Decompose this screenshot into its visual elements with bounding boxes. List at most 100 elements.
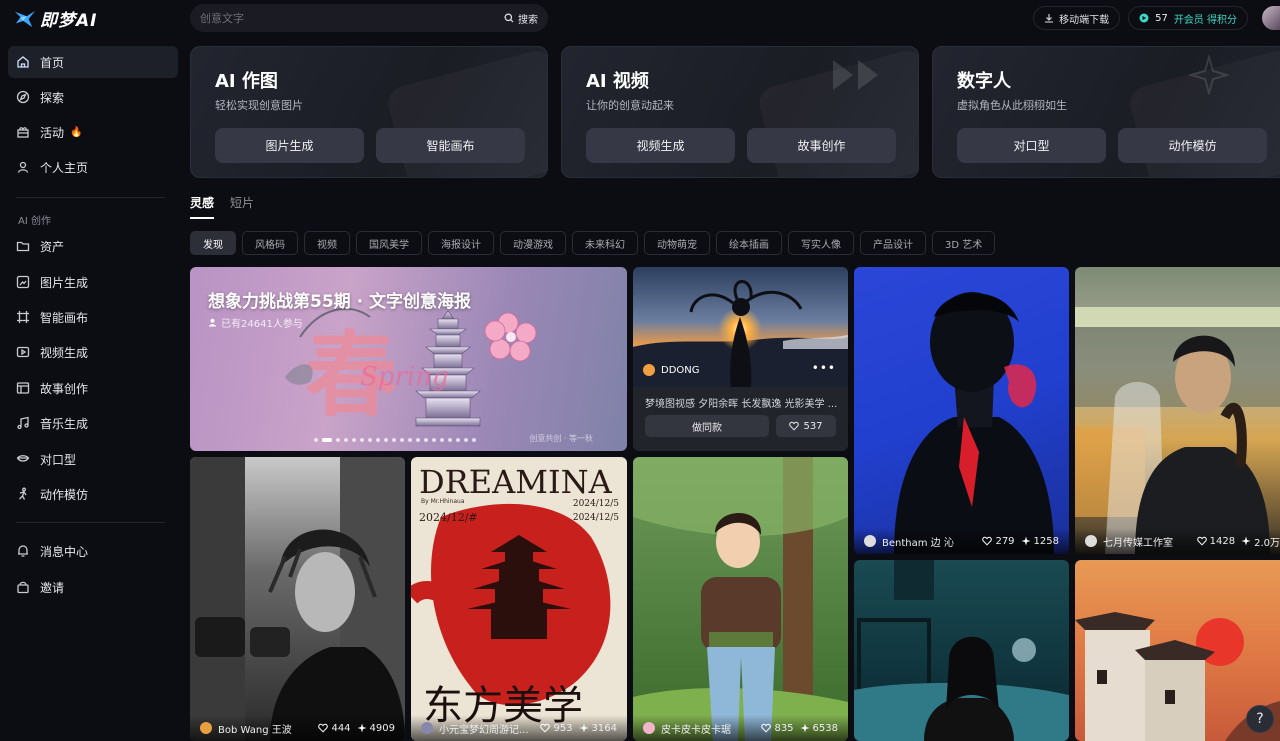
carousel-dot[interactable]: [400, 438, 404, 442]
sidebar-divider: [16, 197, 165, 198]
author-avatar[interactable]: [643, 722, 655, 734]
sidebar-item-video-gen[interactable]: 视频生成: [8, 336, 178, 368]
sidebar-item-explore[interactable]: 探索: [8, 81, 178, 113]
chip-illustration[interactable]: 绘本插画: [716, 231, 782, 255]
author-name[interactable]: 七月传媒工作室: [1103, 534, 1191, 549]
download-label: 移动端下载: [1059, 14, 1110, 26]
author-avatar[interactable]: [1085, 535, 1097, 547]
carousel-dot[interactable]: [314, 438, 318, 442]
like-stat[interactable]: 835: [761, 723, 794, 734]
vip-link[interactable]: 开会员 得积分: [1174, 11, 1237, 26]
sidebar-item-assets[interactable]: 资产: [8, 230, 178, 262]
feed-card[interactable]: Bentham 边 沁 279 1258: [854, 267, 1069, 554]
carousel-dot[interactable]: [360, 438, 364, 442]
carousel-dot[interactable]: [336, 438, 340, 442]
tab-shorts[interactable]: 短片: [230, 194, 254, 219]
author-name[interactable]: Bob Wang 王波: [218, 721, 312, 736]
motion-button[interactable]: 动作模仿: [1118, 128, 1267, 163]
credits-pill[interactable]: 57 开会员 得积分: [1128, 6, 1248, 30]
feed-card[interactable]: 皮卡皮卡皮卡琚 835 6538: [633, 457, 848, 741]
make-same-button[interactable]: 做同款: [645, 415, 769, 437]
chip-sci-fi[interactable]: 未来科幻: [572, 231, 638, 255]
carousel-dot[interactable]: [368, 438, 372, 442]
chip-portrait[interactable]: 写实人像: [788, 231, 854, 255]
smart-canvas-button[interactable]: 智能画布: [376, 128, 525, 163]
sidebar-item-home[interactable]: 首页: [8, 46, 178, 78]
sidebar-item-image-gen[interactable]: 图片生成: [8, 266, 178, 298]
carousel-dot[interactable]: [448, 438, 452, 442]
story-button[interactable]: 故事创作: [747, 128, 896, 163]
author-name[interactable]: DDONG: [661, 365, 700, 376]
poster-date-small: 2024/12/#: [419, 511, 478, 524]
carousel-dot[interactable]: [384, 438, 388, 442]
carousel-dot[interactable]: [322, 438, 332, 442]
chip-style-code[interactable]: 风格码: [242, 231, 298, 255]
sidebar-item-profile[interactable]: 个人主页: [8, 151, 178, 183]
chip-3d-art[interactable]: 3D 艺术: [932, 231, 996, 255]
sidebar-item-label: 对口型: [40, 452, 77, 467]
author-avatar[interactable]: [421, 722, 433, 734]
sparkle-icon: [1021, 536, 1031, 546]
chip-video[interactable]: 视频: [304, 231, 350, 255]
sidebar-item-motion[interactable]: 动作模仿: [8, 478, 178, 510]
chip-product-design[interactable]: 产品设计: [860, 231, 926, 255]
author-avatar[interactable]: [864, 535, 876, 547]
anime-boy-image: [633, 457, 848, 741]
carousel-dot[interactable]: [424, 438, 428, 442]
tab-inspiration[interactable]: 灵感: [190, 194, 215, 219]
sidebar-item-lip-sync[interactable]: 对口型: [8, 443, 178, 475]
feed-card[interactable]: [854, 560, 1069, 741]
challenge-banner[interactable]: 春 Spring 想象力挑战第55期 · 文字创意海报 已有24641人参与 创…: [190, 267, 627, 451]
sidebar-item-story[interactable]: 故事创作: [8, 372, 178, 404]
download-app-button[interactable]: 移动端下载: [1033, 6, 1121, 30]
carousel-dot[interactable]: [440, 438, 444, 442]
carousel-dot[interactable]: [472, 438, 476, 442]
author-name[interactable]: 皮卡皮卡皮卡琚: [661, 721, 755, 736]
feed-card[interactable]: 七月传媒工作室 1428 2.0万: [1075, 267, 1280, 554]
like-stat[interactable]: 1428: [1196, 536, 1235, 547]
carousel-dot[interactable]: [376, 438, 380, 442]
feed-card[interactable]: Bob Wang 王波 444 4909: [190, 457, 405, 741]
avatar[interactable]: [1262, 6, 1280, 30]
feature-card-ai-video: AI 视频 让你的创意动起来 视频生成 故事创作: [561, 46, 919, 178]
search-input[interactable]: [200, 11, 504, 25]
author-avatar[interactable]: [200, 722, 212, 734]
video-gen-button[interactable]: 视频生成: [586, 128, 735, 163]
carousel-dot[interactable]: [432, 438, 436, 442]
carousel-dot[interactable]: [352, 438, 356, 442]
sidebar-item-music[interactable]: 音乐生成: [8, 407, 178, 439]
card-meta: Bentham 边 沁 279 1258: [854, 528, 1069, 554]
author-name[interactable]: 小元宝梦幻周游记...: [439, 721, 534, 736]
chip-poster-design[interactable]: 海报设计: [428, 231, 494, 255]
lip-sync-button[interactable]: 对口型: [957, 128, 1106, 163]
carousel-dot[interactable]: [456, 438, 460, 442]
help-button[interactable]: ?: [1246, 705, 1274, 733]
like-stat[interactable]: 953: [540, 723, 573, 734]
like-button[interactable]: 537: [776, 415, 836, 437]
author-name[interactable]: Bentham 边 沁: [882, 534, 976, 549]
search-button[interactable]: 搜索: [504, 11, 538, 26]
carousel-dot[interactable]: [408, 438, 412, 442]
carousel-dot[interactable]: [464, 438, 468, 442]
sidebar-item-smart-canvas[interactable]: 智能画布: [8, 301, 178, 333]
carousel-dot[interactable]: [416, 438, 420, 442]
author-avatar[interactable]: [643, 364, 655, 376]
chip-chinese-style[interactable]: 国风美学: [356, 231, 422, 255]
chip-anime-games[interactable]: 动漫游戏: [500, 231, 566, 255]
sidebar-item-label: 资产: [40, 239, 65, 254]
sidebar-item-events[interactable]: 活动 🔥: [8, 116, 178, 148]
chip-discover[interactable]: 发现: [190, 231, 236, 255]
feed-card-ddong[interactable]: DDONG ••• 梦境图视感 夕阳余晖 长发飘逸 光影美学 ... 做同款 5…: [633, 267, 848, 451]
more-options-icon[interactable]: •••: [812, 361, 836, 375]
folder-icon: [16, 239, 30, 253]
sidebar-item-invite[interactable]: 邀请: [8, 571, 178, 603]
chip-pets[interactable]: 动物萌宠: [644, 231, 710, 255]
logo[interactable]: 即梦AI: [14, 6, 97, 31]
like-stat[interactable]: 279: [982, 536, 1015, 547]
like-stat[interactable]: 444: [318, 723, 351, 734]
sidebar-item-messages[interactable]: 消息中心: [8, 535, 178, 567]
carousel-dot[interactable]: [344, 438, 348, 442]
carousel-dot[interactable]: [392, 438, 396, 442]
image-gen-button[interactable]: 图片生成: [215, 128, 364, 163]
feed-card[interactable]: DREAMINA By Mr.Hhinaua 2024/12/# 2024/12…: [411, 457, 627, 741]
